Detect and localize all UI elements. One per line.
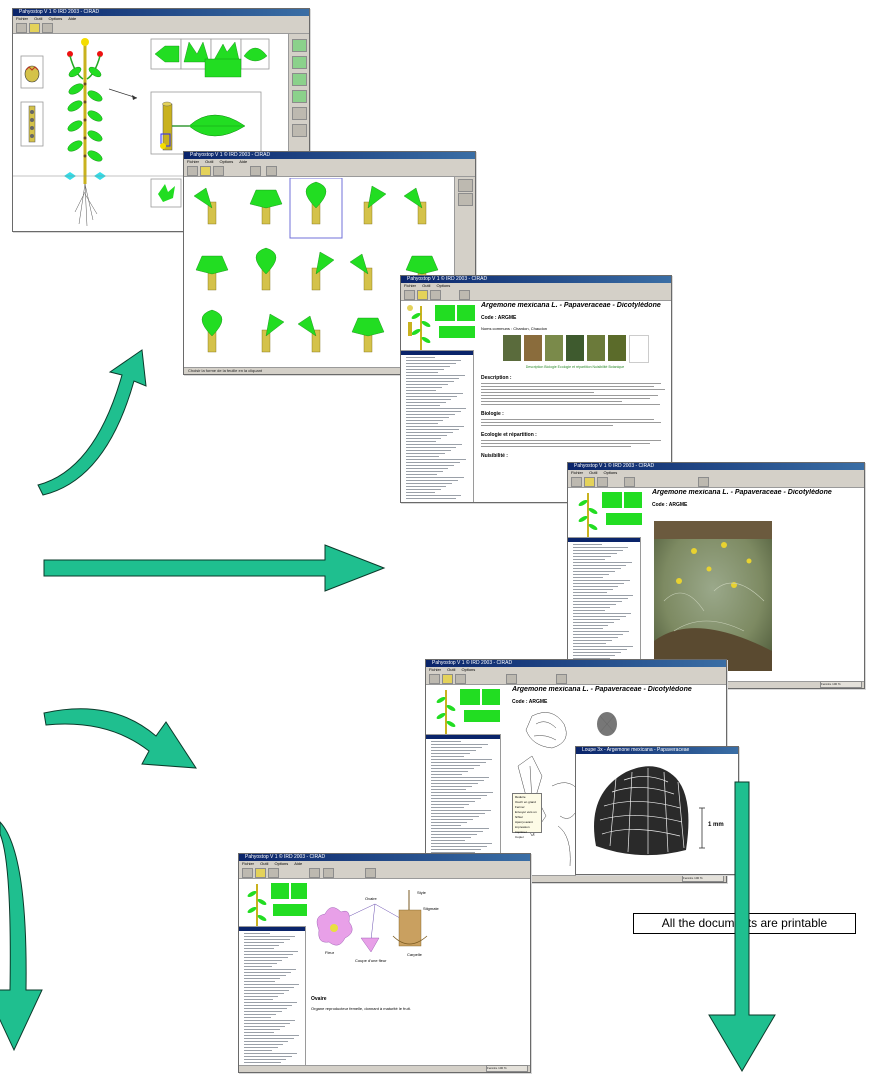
down-arrow [708, 781, 776, 1072]
curved-up-arrow [37, 349, 147, 496]
curved-right-arrow [43, 708, 197, 769]
curved-down-arrow [0, 821, 43, 1052]
flow-arrows [0, 349, 776, 1072]
right-arrow [43, 544, 386, 592]
